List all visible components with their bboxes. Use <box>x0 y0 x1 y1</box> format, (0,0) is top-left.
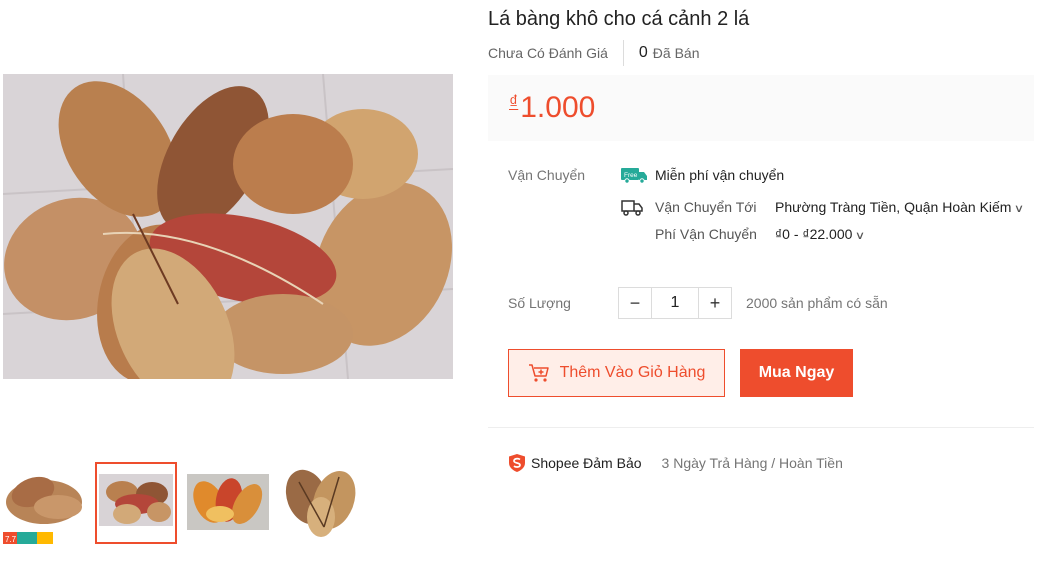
buy-now-button[interactable]: Mua Ngay <box>740 349 853 397</box>
currency-symbol: ₫ <box>509 91 519 112</box>
shipping-fee-label: Phí Vận Chuyển <box>655 226 757 242</box>
add-to-cart-button[interactable]: Thêm Vào Giỏ Hàng <box>508 349 725 397</box>
quantity-label: Số Lượng <box>508 295 571 311</box>
thumbnail-2[interactable] <box>95 462 177 544</box>
rating-text[interactable]: Chưa Có Đánh Giá <box>488 45 608 61</box>
thumbnail-4[interactable] <box>279 462 361 544</box>
free-shipping-text: Miễn phí vận chuyển <box>655 167 785 183</box>
quantity-decrease-button[interactable]: − <box>619 288 651 318</box>
chevron-down-icon: ∨ <box>855 230 866 242</box>
shipping-to-label: Vận Chuyển Tới <box>655 199 757 215</box>
price-box: ₫ 1.000 <box>488 75 1034 141</box>
sold-count: 0 <box>638 44 648 61</box>
quantity-stepper: − 1 + <box>618 287 732 319</box>
quantity-input[interactable]: 1 <box>651 288 699 318</box>
guarantee-policy: 3 Ngày Trả Hàng / Hoàn Tiền <box>661 455 843 471</box>
product-price: 1.000 <box>520 91 596 124</box>
shipping-address-text: Phường Tràng Tiền, Quận Hoàn Kiếm <box>775 199 1012 215</box>
shield-icon <box>509 454 525 472</box>
meta-divider <box>622 40 624 66</box>
thumbnail-3[interactable] <box>187 462 269 544</box>
sold-label: Đã Bán <box>652 45 700 61</box>
orange-leaves-thumbnail <box>187 462 269 544</box>
brown-leaves-thumbnail <box>279 462 361 544</box>
stock-text: 2000 sản phẩm có sẵn <box>746 295 888 311</box>
shipping-fee-value: ₫0 - ₫22.000 <box>775 226 853 242</box>
chevron-down-icon: ∨ <box>1014 203 1025 215</box>
thumbnail-1[interactable]: 7.7 <box>3 462 85 544</box>
guarantee-brand: Shopee Đảm Bảo <box>531 455 642 471</box>
truck-icon <box>621 200 643 216</box>
shipping-address-dropdown[interactable]: Phường Tràng Tiền, Quận Hoàn Kiếm ∨ <box>775 199 1025 215</box>
section-divider <box>488 427 1034 428</box>
shopee-guarantee[interactable]: Shopee Đảm Bảo 3 Ngày Trả Hàng / Hoàn Ti… <box>508 452 843 474</box>
dried-leaves-illustration <box>3 74 453 379</box>
shipping-label: Vận Chuyển <box>508 167 586 183</box>
product-meta: Chưa Có Đánh Giá 0 Đã Bán <box>488 40 699 66</box>
quantity-increase-button[interactable]: + <box>699 288 731 318</box>
leaves-closeup-thumbnail <box>97 464 175 542</box>
leaves-pile-thumbnail: 7.7 <box>3 462 85 544</box>
sale-badge: 7.7 <box>5 535 17 544</box>
product-title: Lá bàng khô cho cá cảnh 2 lá <box>488 8 750 30</box>
free-badge-text: Free <box>624 172 638 179</box>
cart-plus-icon <box>528 364 549 382</box>
free-shipping-icon: Free <box>621 168 647 184</box>
product-main-image[interactable] <box>3 74 453 379</box>
add-to-cart-label: Thêm Vào Giỏ Hàng <box>559 364 706 381</box>
shipping-fee-dropdown[interactable]: ₫0 - ₫22.000 ∨ <box>775 226 866 242</box>
